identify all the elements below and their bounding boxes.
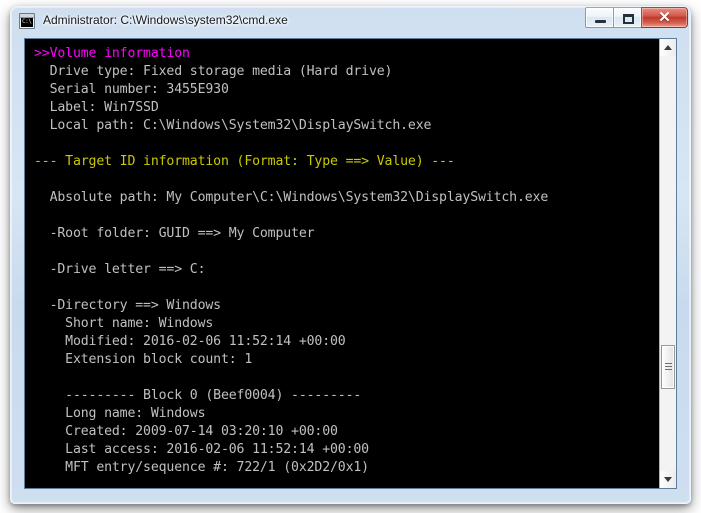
chevron-down-icon bbox=[664, 477, 672, 482]
console-output[interactable]: >>Volume information Drive type: Fixed s… bbox=[25, 39, 659, 488]
console-line: >>Volume information bbox=[34, 46, 190, 61]
maximize-button[interactable] bbox=[613, 7, 642, 28]
console-line: Label: Win7SSD bbox=[34, 100, 159, 115]
console-line: --- Target ID information (Format: Type … bbox=[34, 154, 455, 169]
minimize-button[interactable] bbox=[585, 7, 614, 28]
caption-buttons: ✕ bbox=[585, 7, 688, 29]
console-client-area: >>Volume information Drive type: Fixed s… bbox=[24, 38, 677, 489]
console-line: -Drive letter ==> C: bbox=[34, 262, 206, 277]
console-line: -Root folder: GUID ==> My Computer bbox=[34, 226, 315, 241]
console-line: Modified: 2016-02-06 11:52:14 +00:00 bbox=[34, 334, 346, 349]
cmd-console-icon: C:\ bbox=[19, 13, 35, 29]
scrollbar-track[interactable] bbox=[660, 56, 676, 471]
maximize-icon bbox=[623, 14, 634, 24]
title-bar[interactable]: C:\ Administrator: C:\Windows\system32\c… bbox=[10, 6, 691, 36]
console-line: Short name: Windows bbox=[34, 316, 214, 331]
console-line: Last access: 2016-02-06 11:52:14 +00:00 bbox=[34, 442, 369, 457]
desktop-background: C:\ Administrator: C:\Windows\system32\c… bbox=[0, 0, 701, 513]
console-line: Long name: Windows bbox=[34, 406, 206, 421]
window-title: Administrator: C:\Windows\system32\cmd.e… bbox=[43, 13, 288, 27]
console-line: MFT entry/sequence #: 722/1 (0x2D2/0x1) bbox=[34, 460, 369, 475]
console-line: Extension block count: 1 bbox=[34, 352, 253, 367]
console-line: Drive type: Fixed storage media (Hard dr… bbox=[34, 64, 393, 79]
minimize-icon bbox=[595, 20, 606, 23]
console-line: -Directory ==> Windows bbox=[34, 298, 222, 313]
console-line: Local path: C:\Windows\System32\DisplayS… bbox=[34, 118, 432, 133]
scroll-down-button[interactable] bbox=[660, 471, 676, 488]
console-line: Serial number: 3455E930 bbox=[34, 82, 229, 97]
chevron-up-icon bbox=[664, 45, 672, 50]
vertical-scrollbar[interactable] bbox=[659, 39, 676, 488]
scroll-up-button[interactable] bbox=[660, 39, 676, 56]
close-button[interactable]: ✕ bbox=[641, 7, 688, 28]
scrollbar-grip-icon bbox=[665, 363, 672, 371]
scrollbar-thumb[interactable] bbox=[661, 345, 675, 389]
console-line: Absolute path: My Computer\C:\Windows\Sy… bbox=[34, 190, 549, 205]
cmd-window: C:\ Administrator: C:\Windows\system32\c… bbox=[10, 6, 691, 504]
console-line: Created: 2009-07-14 03:20:10 +00:00 bbox=[34, 424, 338, 439]
console-line: --------- Block 0 (Beef0004) --------- bbox=[34, 388, 362, 403]
icon-screen-text: C:\ bbox=[21, 18, 33, 27]
close-icon: ✕ bbox=[658, 9, 671, 26]
console-text: >>Volume information Drive type: Fixed s… bbox=[34, 45, 659, 488]
